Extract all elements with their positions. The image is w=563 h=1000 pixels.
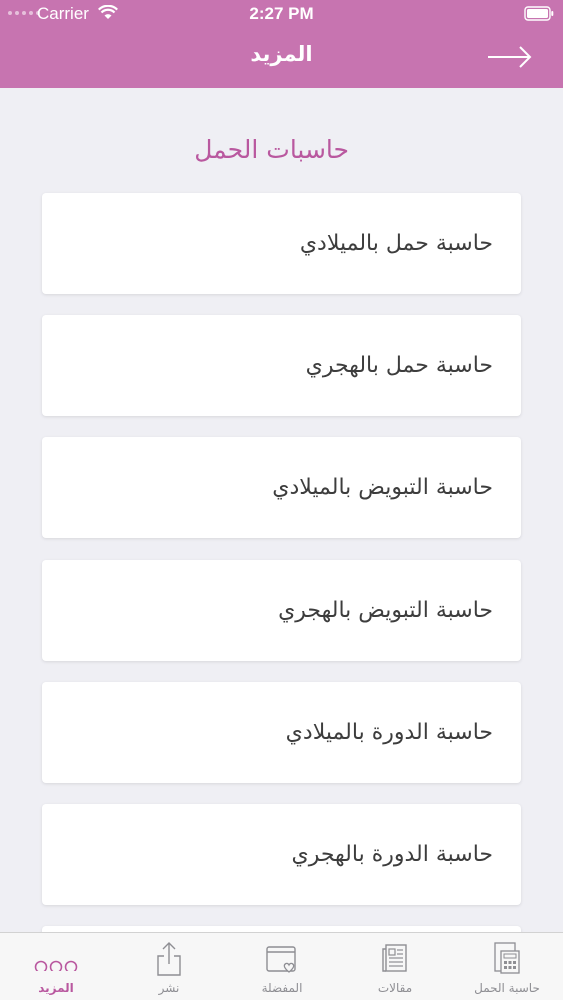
list-item-label: حاسبة حمل بالهجري: [305, 353, 493, 378]
tab-more[interactable]: المزيد: [0, 933, 112, 1000]
tab-bar: المزيد نشر المفضلة مقالات حاسبة الحمل: [0, 932, 563, 1000]
tab-favorites[interactable]: المفضلة: [226, 933, 338, 1000]
list-item-label: حاسبة الدورة بالهجري: [291, 842, 493, 867]
list-item[interactable]: حاسبة الدورة بالميلادي: [42, 682, 521, 783]
status-time: 2:27 PM: [249, 4, 314, 23]
battery-icon: [524, 6, 554, 21]
list-item-label: حاسبة التبويض بالهجري: [278, 598, 493, 623]
page-title: المزيد: [250, 42, 313, 66]
back-arrow-icon[interactable]: [487, 44, 533, 70]
tab-share[interactable]: نشر: [113, 933, 225, 1000]
status-bar: Carrier 2:27 PM: [0, 0, 563, 28]
list-item-label: حاسبة الدورة بالميلادي: [285, 720, 493, 745]
list-item[interactable]: حاسبة حمل بالميلادي: [42, 193, 521, 294]
tab-pregnancy-calculator[interactable]: حاسبة الحمل: [451, 933, 563, 1000]
header-bar: Carrier 2:27 PM المزيد: [0, 0, 563, 88]
list-item[interactable]: حاسبة الدورة بالهجري: [42, 804, 521, 905]
section-title: حاسبات الحمل: [194, 135, 349, 164]
tab-articles[interactable]: مقالات: [339, 933, 451, 1000]
tab-label: حاسبة الحمل: [474, 981, 540, 995]
list-item-label: حاسبة التبويض بالميلادي: [272, 475, 493, 500]
list-item[interactable]: حاسبة التبويض بالميلادي: [42, 437, 521, 538]
share-icon: [157, 942, 181, 976]
tab-label: المزيد: [38, 981, 74, 995]
list-item[interactable]: حاسبة حمل بالهجري: [42, 315, 521, 416]
favorites-icon: [266, 946, 296, 973]
articles-icon: [382, 944, 407, 972]
more-dots-icon: [34, 960, 78, 971]
tab-label: مقالات: [377, 981, 413, 995]
calculator-icon: [494, 942, 520, 974]
list-item[interactable]: حاسبة التبويض بالهجري: [42, 560, 521, 661]
tab-label: نشر: [158, 981, 180, 995]
list-item-label: حاسبة حمل بالميلادي: [299, 231, 493, 256]
tab-label: المفضلة: [261, 981, 303, 995]
